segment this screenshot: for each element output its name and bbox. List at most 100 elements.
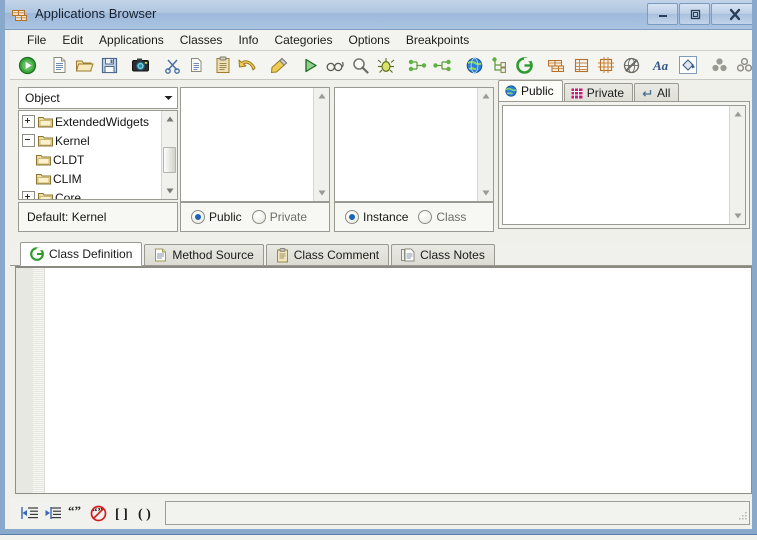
tree-item-core[interactable]: Core (19, 188, 160, 200)
tab-class-comment[interactable]: Class Comment (266, 244, 389, 265)
namespace-combo[interactable]: Object (18, 87, 178, 109)
source-tab-strip: Class Definition Method Source (10, 242, 757, 266)
scroll-down-arrow-icon[interactable] (478, 185, 493, 201)
copy-pages-icon[interactable] (185, 53, 210, 77)
menu-applications[interactable]: Applications (91, 31, 172, 49)
tree-item-clim[interactable]: CLIM (19, 169, 160, 188)
protocols-list-scrollbar[interactable] (477, 88, 493, 201)
tab-public[interactable]: Public (498, 80, 563, 102)
expander-plus-icon[interactable] (22, 191, 35, 200)
hierarchy-tree-icon[interactable] (487, 53, 512, 77)
tab-all[interactable]: All (634, 83, 679, 102)
close-button[interactable] (711, 3, 757, 25)
methods-list-scrollbar[interactable] (729, 106, 745, 224)
refresh-green-circle-icon[interactable] (512, 53, 537, 77)
tree-item-extendedwidgets[interactable]: ExtendedWidgets (19, 112, 160, 131)
table-grid-icon[interactable] (569, 53, 594, 77)
radio-class[interactable]: Class (418, 210, 466, 224)
senders-graph-icon[interactable] (405, 53, 430, 77)
radio-public[interactable]: Public (191, 210, 242, 224)
no-quotes-icon[interactable]: “” (87, 502, 110, 524)
scroll-down-arrow-icon[interactable] (730, 208, 745, 224)
paste-clipboard-icon[interactable] (210, 53, 235, 77)
radio-private[interactable]: Private (252, 210, 307, 224)
search-magnifier-icon[interactable] (348, 53, 373, 77)
evaluate-play-icon[interactable] (298, 53, 323, 77)
scroll-up-arrow-icon[interactable] (314, 88, 329, 104)
pen-edit-icon[interactable] (267, 53, 292, 77)
menu-bar: File Edit Applications Classes Info Cate… (10, 30, 757, 51)
run-green-play-icon[interactable] (15, 53, 40, 77)
tree-item-kernel[interactable]: Kernel (19, 131, 160, 150)
tab-class-notes[interactable]: Class Notes (391, 244, 495, 265)
radio-dot-icon (252, 210, 266, 224)
tab-private[interactable]: Private (564, 83, 633, 102)
menu-info[interactable]: Info (230, 31, 266, 49)
menu-breakpoints[interactable]: Breakpoints (398, 31, 477, 49)
fill-color-icon[interactable] (675, 53, 700, 77)
indent-icon[interactable] (41, 502, 64, 524)
protocols-list[interactable] (334, 87, 494, 202)
tab-method-source[interactable]: Method Source (144, 244, 263, 265)
inspect-glasses-icon[interactable] (323, 53, 348, 77)
menu-categories[interactable]: Categories (266, 31, 340, 49)
ungroup-objects-icon[interactable] (732, 53, 757, 77)
chevron-down-icon[interactable] (159, 95, 177, 101)
classes-list[interactable] (180, 87, 330, 202)
editor-gutter (16, 268, 45, 493)
radio-label: Class (436, 210, 466, 224)
tree-item-cldt[interactable]: CLDT (19, 150, 160, 169)
tree-scrollbar[interactable] (161, 111, 177, 199)
font-Aa-icon[interactable]: Aa (650, 53, 675, 77)
menu-classes[interactable]: Classes (172, 31, 231, 49)
methods-list[interactable] (502, 105, 746, 225)
class-definition-editor[interactable] (15, 266, 752, 494)
expander-minus-icon[interactable] (22, 134, 35, 147)
menu-edit[interactable]: Edit (54, 31, 91, 49)
resize-grip-icon[interactable] (737, 512, 747, 522)
document-lines-icon (154, 248, 167, 262)
expander-plus-icon[interactable] (22, 115, 35, 128)
menu-options[interactable]: Options (340, 31, 397, 49)
tab-label: Method Source (172, 248, 253, 262)
open-folder-icon[interactable] (72, 53, 97, 77)
scroll-up-arrow-icon[interactable] (162, 111, 177, 127)
scroll-up-arrow-icon[interactable] (730, 106, 745, 122)
scroll-up-arrow-icon[interactable] (478, 88, 493, 104)
camera-snapshot-icon[interactable] (128, 53, 153, 77)
classes-list-scrollbar[interactable] (313, 88, 329, 201)
maximize-button[interactable] (679, 3, 710, 25)
brackets-icon[interactable]: [ ] (110, 502, 133, 524)
radio-instance[interactable]: Instance (345, 210, 408, 224)
new-document-icon[interactable] (47, 53, 72, 77)
save-floppy-icon[interactable] (97, 53, 122, 77)
tree-item-label: ExtendedWidgets (55, 115, 149, 129)
implementors-graph-icon[interactable] (430, 53, 455, 77)
applications-tree[interactable]: ExtendedWidgets Kernel (18, 110, 178, 200)
radio-dot-icon (191, 210, 205, 224)
menu-file[interactable]: File (19, 31, 54, 49)
globe-blue-icon (505, 85, 517, 97)
tab-class-definition[interactable]: Class Definition (20, 242, 142, 266)
tree-item-label: Kernel (55, 134, 90, 148)
scroll-down-arrow-icon[interactable] (314, 185, 329, 201)
cut-scissors-icon[interactable] (160, 53, 185, 77)
globe-blue-icon[interactable] (462, 53, 487, 77)
parentheses-icon[interactable]: ( ) (133, 502, 156, 524)
browser-upper-region: Object ExtendedWidgets (10, 80, 757, 240)
globe-no-icon[interactable] (619, 53, 644, 77)
minimize-button[interactable] (647, 3, 678, 25)
undo-yellow-arrow-icon[interactable] (235, 53, 260, 77)
quotes-icon[interactable]: “” (64, 502, 87, 524)
grid-window-icon[interactable] (594, 53, 619, 77)
outdent-icon[interactable] (18, 502, 41, 524)
tab-label: Class Notes (420, 248, 485, 262)
tab-label: All (657, 86, 670, 100)
tree-scroll-thumb[interactable] (163, 147, 176, 173)
applications-grid-icon[interactable] (544, 53, 569, 77)
debug-bug-icon[interactable] (373, 53, 398, 77)
title-bar[interactable]: Applications Browser (5, 0, 757, 30)
scroll-down-arrow-icon[interactable] (162, 183, 177, 199)
folder-icon (38, 191, 53, 200)
group-objects-icon[interactable] (707, 53, 732, 77)
